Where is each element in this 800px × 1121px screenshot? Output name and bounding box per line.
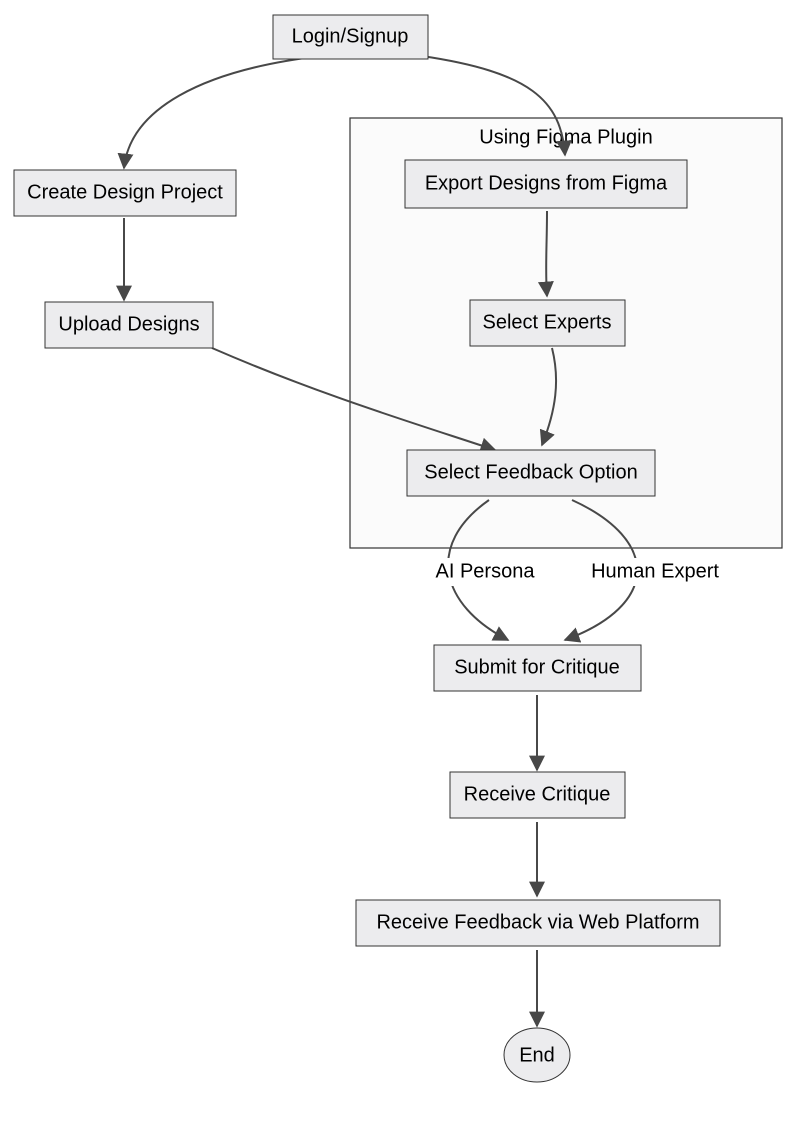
node-upload-label: Upload Designs [58,313,199,335]
node-webfb-label: Receive Feedback via Web Platform [376,911,699,933]
node-submit-label: Submit for Critique [454,656,620,678]
edge-label-ai-persona: AI Persona [436,560,536,582]
node-experts-label: Select Experts [483,311,612,333]
node-end-label: End [519,1044,555,1066]
edge-label-human-expert: Human Expert [591,560,719,582]
edge-export-experts [546,211,547,296]
node-login-label: Login/Signup [292,25,409,47]
node-receive-label: Receive Critique [464,783,611,805]
edge-login-create [124,56,321,168]
flowchart: Using Figma Plugin AI Persona Human Expe… [0,0,800,1121]
node-create-label: Create Design Project [27,181,223,203]
node-export-label: Export Designs from Figma [425,172,668,194]
node-option-label: Select Feedback Option [424,461,637,483]
subgraph-title: Using Figma Plugin [479,126,652,148]
